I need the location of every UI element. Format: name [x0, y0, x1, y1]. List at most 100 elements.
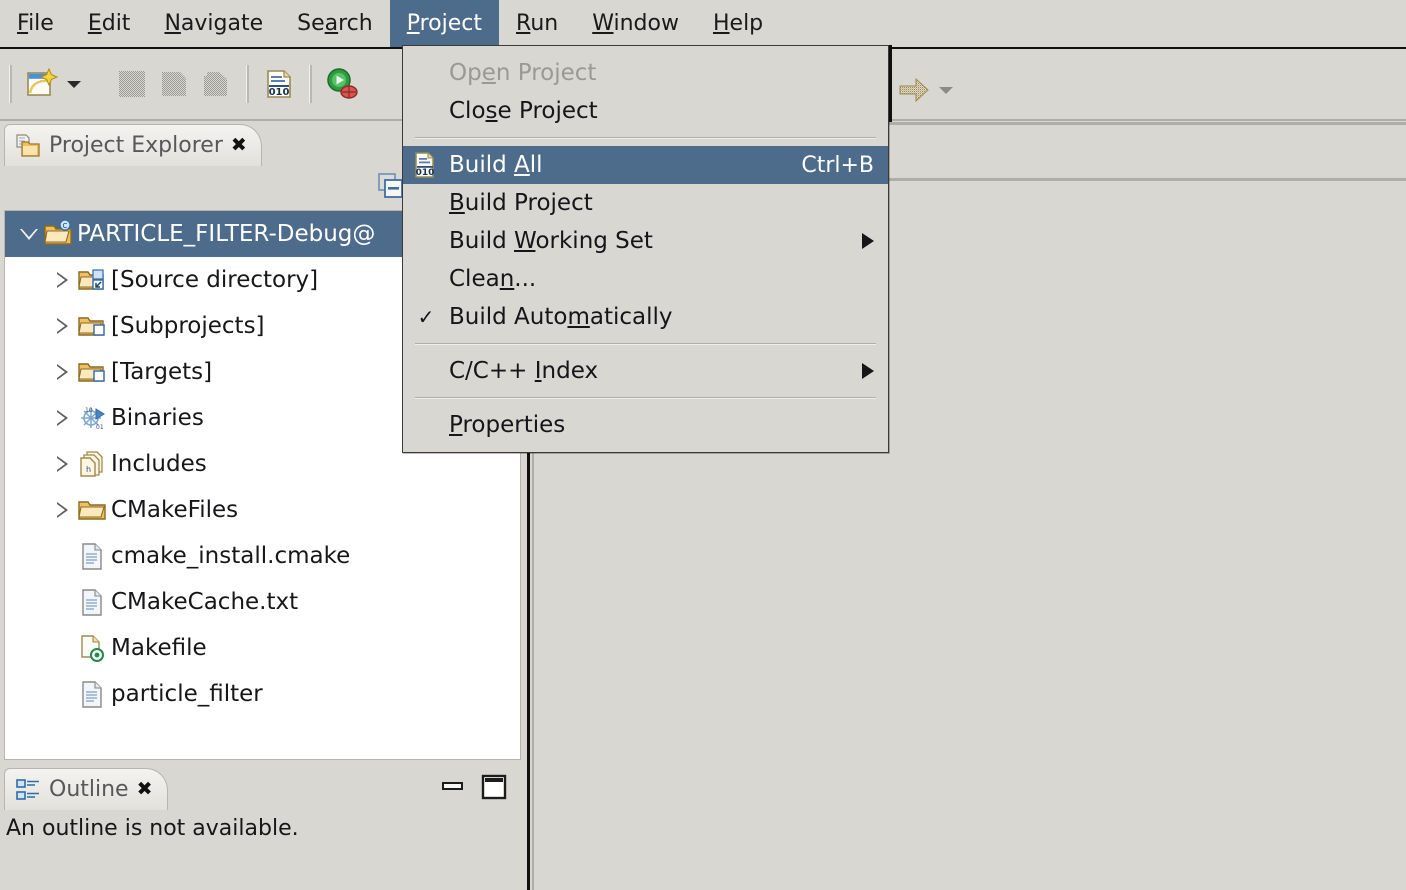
save-all-button[interactable] [195, 63, 237, 105]
menu-bar: File Edit Navigate Search Project Run Wi… [0, 0, 1406, 48]
tree-expand-arrow-icon[interactable] [49, 502, 75, 518]
tree-collapse-arrow-icon[interactable] [15, 228, 41, 241]
menu-item-label: Close Project [449, 98, 598, 124]
tree-expand-arrow-icon[interactable] [49, 272, 75, 288]
file-icon [75, 679, 109, 709]
save-icon [117, 69, 147, 99]
subprojects-folder-icon [75, 311, 109, 341]
menu-item-clean[interactable]: Clean... [403, 260, 888, 298]
tree-item-label: CMakeFiles [111, 497, 239, 523]
menu-item-shortcut: Ctrl+B [801, 152, 874, 178]
menu-item-c-c-index[interactable]: C/C++ Index [403, 352, 888, 390]
menu-item-label: Build Automatically [449, 304, 673, 330]
menu-right-edge [889, 45, 892, 122]
menu-item-label: Build Working Set [449, 228, 653, 254]
tree-expand-arrow-icon[interactable] [49, 410, 75, 426]
menu-item-properties[interactable]: Properties [403, 406, 888, 444]
close-icon[interactable]: ✖ [137, 780, 153, 799]
menu-item-label: Open Project [449, 60, 597, 86]
menu-item-label: Clean... [449, 266, 537, 292]
save-button[interactable] [111, 63, 153, 105]
toolbar-separator [246, 65, 249, 103]
menubar-item-search[interactable]: Search [280, 0, 390, 48]
tree-item[interactable]: cmake_install.cmake [5, 533, 520, 579]
tree-item-label: PARTICLE_FILTER-Debug@ [77, 221, 376, 247]
tree-expand-arrow-icon[interactable] [49, 364, 75, 380]
tab-title-outline: Outline [49, 777, 129, 802]
menu-item-label: Properties [449, 412, 566, 438]
minimize-icon [441, 778, 465, 796]
check-icon: ✓ [403, 307, 449, 327]
svg-text:h: h [86, 465, 91, 474]
tree-item-label: CMakeCache.txt [111, 589, 299, 615]
svg-text:01: 01 [96, 424, 104, 431]
c-project-icon: C [41, 219, 75, 249]
svg-text:C: C [63, 222, 68, 230]
menu-item-build-all[interactable]: 010 Build All Ctrl+B [403, 146, 888, 184]
menu-item-build-automatically[interactable]: ✓ Build Automatically [403, 298, 888, 336]
menu-item-open-project: Open Project [403, 54, 888, 92]
menubar-item-edit[interactable]: Edit [71, 0, 148, 48]
outline-view: Outline ✖ An outline is not available. [0, 766, 527, 890]
tree-item[interactable]: CMakeCache.txt [5, 579, 520, 625]
new-wizard-button[interactable] [21, 63, 63, 105]
tree-item-label: Makefile [111, 635, 207, 661]
tree-item-label: particle_filter [111, 681, 263, 707]
chevron-down-icon [939, 86, 953, 94]
file-text-icon [75, 587, 109, 617]
menu-item-build-project[interactable]: Build Project [403, 184, 888, 222]
menu-item-label: Build All [449, 152, 543, 178]
menubar-item-run[interactable]: Run [499, 0, 575, 48]
tab-outline[interactable]: Outline ✖ [4, 768, 168, 810]
submenu-arrow-icon [862, 233, 874, 249]
new-dropdown-caret-button[interactable] [63, 63, 85, 105]
forward-dropdown-caret-button[interactable] [935, 69, 957, 111]
tree-item-label: [Targets] [111, 359, 213, 385]
outline-icon [15, 777, 41, 803]
submenu-arrow-icon [862, 363, 874, 379]
svg-text:10: 10 [85, 407, 93, 414]
toolbar-separator [309, 65, 312, 103]
svg-text:010: 010 [416, 168, 435, 178]
new-wizard-icon [25, 67, 59, 101]
save-as-icon [159, 69, 189, 99]
source-directory-icon [75, 265, 109, 295]
tree-item-label: cmake_install.cmake [111, 543, 351, 569]
menubar-item-window[interactable]: Window [575, 0, 696, 48]
menubar-item-navigate[interactable]: Navigate [147, 0, 280, 48]
debug-button[interactable] [321, 63, 363, 105]
save-as-button[interactable] [153, 63, 195, 105]
tree-item[interactable]: particle_filter [5, 671, 520, 717]
toolbar-separator [9, 65, 12, 103]
forward-button[interactable] [893, 69, 935, 111]
includes-icon: h [75, 449, 109, 479]
menu-separator [415, 397, 876, 399]
tree-item-label: Binaries [111, 405, 204, 431]
menubar-item-file[interactable]: File [0, 0, 71, 48]
maximize-icon [481, 774, 507, 800]
menu-item-build-working-set[interactable]: Build Working Set [403, 222, 888, 260]
close-icon[interactable]: ✖ [231, 136, 247, 155]
tree-expand-arrow-icon[interactable] [49, 318, 75, 334]
folder-icon [75, 495, 109, 525]
minimize-button[interactable] [441, 778, 465, 796]
project-menu-popup[interactable]: Open Project Close Project 010 Build All Ctr… [402, 45, 889, 453]
tree-expand-arrow-icon[interactable] [49, 456, 75, 472]
tree-item[interactable]: CMakeFiles [5, 487, 520, 533]
menu-separator [415, 343, 876, 345]
menu-item-label: Build Project [449, 190, 593, 216]
eclipse-window: File Edit Navigate Search Project Run Wi… [0, 0, 1406, 890]
tab-project-explorer[interactable]: Project Explorer ✖ [4, 124, 262, 166]
maximize-button[interactable] [481, 774, 507, 800]
chevron-down-icon [67, 80, 81, 88]
menubar-item-project[interactable]: Project [389, 0, 500, 48]
collapse-all-icon [377, 172, 405, 200]
menubar-item-help[interactable]: Help [696, 0, 780, 48]
tree-item[interactable]: Makefile [5, 625, 520, 671]
file-icon [75, 541, 109, 571]
save-all-icon [201, 69, 231, 99]
menu-item-close-project[interactable]: Close Project [403, 92, 888, 130]
build-all-toolbar-button[interactable]: 010 [258, 63, 300, 105]
tree-item-label: [Source directory] [111, 267, 319, 293]
collapse-all-button[interactable] [377, 172, 405, 200]
